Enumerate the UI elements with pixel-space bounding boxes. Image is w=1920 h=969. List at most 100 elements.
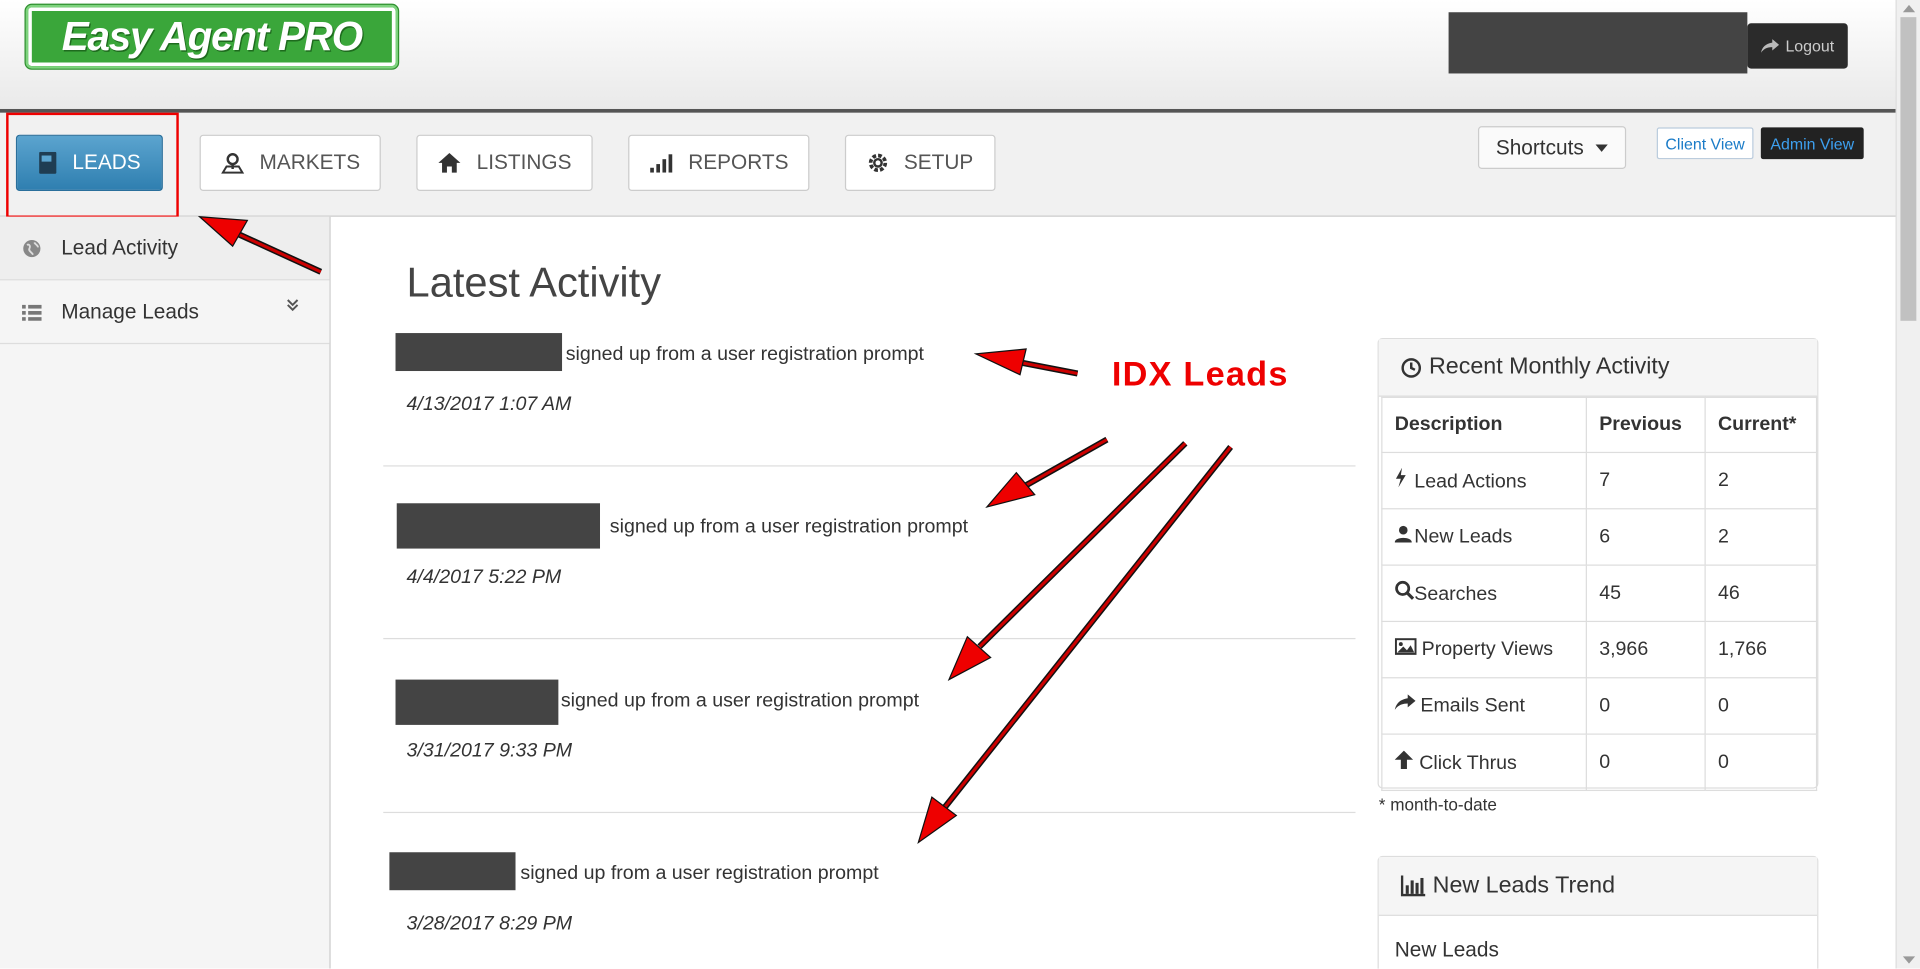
nav-setup-button[interactable]: SETUP (844, 134, 996, 192)
current-cell: 1,766 (1704, 620, 1818, 679)
shortcuts-label: Shortcuts (1495, 135, 1584, 159)
activity-text: signed up from a user registration promp… (609, 516, 969, 538)
double-chevron-down-icon[interactable] (285, 298, 300, 313)
sidebar: Lead Activity Manage Leads (0, 216, 331, 969)
table-row: Searches 45 46 (1381, 564, 1818, 623)
sidebar-item-lead-activity[interactable]: Lead Activity (0, 216, 330, 281)
panel-title: New Leads Trend (1432, 872, 1616, 899)
annotation-highlight-box (6, 112, 179, 218)
row-label-cell: Searches (1381, 564, 1587, 623)
nav-markets-button[interactable]: MARKETS (199, 134, 381, 192)
admin-view-button[interactable]: Admin View (1760, 127, 1864, 160)
redacted-lead-name[interactable] (396, 503, 601, 549)
scroll-down-arrow-icon[interactable] (1902, 956, 1916, 964)
arrow-up-icon (1394, 750, 1419, 774)
table-row: Emails Sent 0 0 (1381, 677, 1818, 735)
nav-listings-label: LISTINGS (476, 150, 572, 174)
row-label: Lead Actions (1414, 471, 1527, 493)
logo[interactable]: Easy Agent PRO (25, 4, 398, 69)
nav-listings-button[interactable]: LISTINGS (416, 134, 593, 192)
redacted-user-name (1448, 12, 1748, 74)
current-cell: 2 (1704, 451, 1818, 510)
column-header: Previous (1585, 396, 1706, 454)
map-marker-icon (221, 153, 245, 174)
activity-text: signed up from a user registration promp… (560, 690, 920, 712)
panel-title: Recent Monthly Activity (1428, 353, 1670, 380)
activity-timestamp: 4/4/2017 5:22 PM (406, 566, 562, 588)
activity-item: signed up from a user registration promp… (383, 640, 1356, 814)
row-label: Searches (1414, 584, 1498, 605)
scroll-thumb[interactable] (1900, 17, 1917, 321)
previous-cell: 45 (1585, 564, 1706, 623)
sidebar-item-label: Lead Activity (61, 235, 179, 259)
globe-icon (23, 239, 41, 257)
logo-text: Easy Agent PRO (61, 13, 363, 59)
row-label: Emails Sent (1420, 695, 1525, 717)
table-header-row: Description Previous Current* (1381, 396, 1818, 454)
previous-cell: 7 (1585, 451, 1706, 510)
activity-item: signed up from a user registration promp… (383, 467, 1356, 640)
footnote: * month-to-date (1378, 794, 1497, 815)
row-label-cell: New Leads (1381, 508, 1587, 566)
recent-monthly-activity-panel: Recent Monthly Activity Description Prev… (1377, 337, 1819, 792)
list-icon (22, 304, 42, 321)
table-row: New Leads 6 2 (1381, 508, 1818, 566)
redacted-lead-name[interactable] (395, 333, 563, 372)
activity-timestamp: 3/31/2017 9:33 PM (406, 740, 573, 762)
admin-view-label: Admin View (1770, 134, 1855, 153)
clock-icon (1401, 357, 1422, 378)
vertical-scrollbar[interactable] (1895, 0, 1920, 969)
row-label-cell: Property Views (1381, 620, 1587, 679)
scroll-up-arrow-icon[interactable] (1902, 4, 1916, 13)
bolt-icon (1395, 467, 1415, 494)
nav-setup-label: SETUP (903, 150, 974, 174)
user-icon (1394, 525, 1415, 548)
row-label-cell: Emails Sent (1381, 677, 1587, 735)
signal-bars-icon (650, 154, 673, 173)
home-icon (438, 153, 461, 173)
table-row: Click Thrus 0 0 (1381, 733, 1818, 792)
row-label-cell: Lead Actions (1381, 451, 1587, 510)
logout-label: Logout (1785, 36, 1835, 56)
shortcuts-dropdown[interactable]: Shortcuts (1477, 126, 1627, 169)
redacted-lead-name[interactable] (389, 852, 516, 891)
current-cell: 46 (1704, 564, 1818, 623)
current-cell: 2 (1704, 508, 1818, 566)
redacted-lead-name[interactable] (395, 679, 559, 725)
activity-item: signed up from a user registration promp… (383, 813, 1355, 969)
current-cell: 0 (1704, 677, 1818, 735)
previous-cell: 3,966 (1585, 620, 1706, 679)
gear-icon (868, 153, 888, 173)
row-label-cell: Click Thrus (1381, 733, 1587, 792)
logout-button[interactable]: Logout (1747, 23, 1848, 69)
nav-reports-label: REPORTS (688, 150, 789, 174)
panel-header: New Leads Trend (1378, 857, 1818, 916)
previous-cell: 0 (1585, 677, 1706, 735)
client-view-label: Client View (1665, 134, 1745, 153)
sidebar-item-label: Manage Leads (61, 299, 199, 323)
nav-markets-label: MARKETS (259, 150, 361, 174)
panel-header: Recent Monthly Activity (1378, 339, 1818, 397)
app-window: Easy Agent PRO Logout LEADS MARKETS LIST… (0, 0, 1920, 969)
monthly-activity-table: Description Previous Current* Lead Actio… (1381, 396, 1818, 792)
trend-series-label: New Leads (1394, 937, 1499, 962)
column-header: Description (1381, 396, 1587, 454)
bar-chart-icon (1400, 875, 1426, 897)
table-row: Property Views 3,966 1,766 (1381, 620, 1818, 679)
new-leads-trend-panel: New Leads Trend New Leads (1377, 855, 1819, 969)
picture-icon (1394, 638, 1422, 661)
search-icon (1395, 580, 1415, 606)
activity-text: signed up from a user registration promp… (565, 344, 924, 365)
current-cell: 0 (1704, 733, 1818, 792)
share-icon (1761, 38, 1780, 53)
idx-leads-annotation: IDX Leads (1111, 355, 1289, 394)
client-view-button[interactable]: Client View (1656, 127, 1754, 160)
header: Easy Agent PRO Logout (0, 0, 1896, 109)
share-icon (1394, 694, 1421, 717)
previous-cell: 6 (1585, 508, 1706, 566)
column-header: Current* (1704, 396, 1818, 454)
nav-reports-button[interactable]: REPORTS (628, 134, 810, 192)
row-label: Property Views (1421, 639, 1554, 661)
activity-timestamp: 4/13/2017 1:07 AM (406, 394, 572, 416)
sidebar-item-manage-leads[interactable]: Manage Leads (0, 280, 330, 345)
